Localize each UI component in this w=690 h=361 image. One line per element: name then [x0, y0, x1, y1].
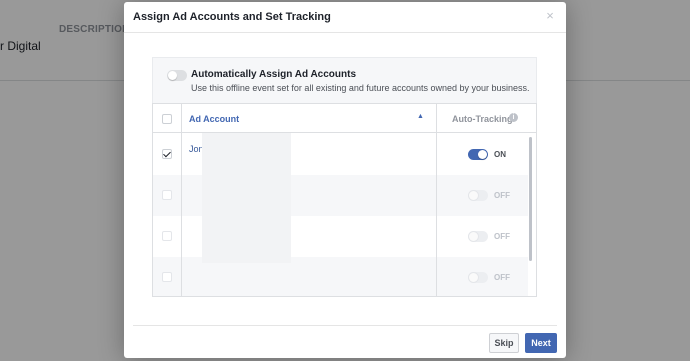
assign-ad-accounts-dialog: Assign Ad Accounts and Set Tracking × Au… — [124, 2, 566, 358]
auto-tracking-toggle[interactable] — [468, 149, 488, 160]
next-button[interactable]: Next — [525, 333, 557, 353]
auto-assign-description: Use this offline event set for all exist… — [191, 83, 530, 93]
row-checkbox[interactable] — [162, 231, 172, 241]
auto-tracking-toggle[interactable] — [468, 190, 488, 201]
close-icon[interactable]: × — [544, 9, 556, 23]
auto-tracking-status: OFF — [494, 273, 510, 282]
toggle-knob — [469, 232, 478, 241]
toggle-knob — [168, 71, 177, 80]
sort-ascending-icon[interactable]: ▲ — [417, 113, 424, 120]
scrollbar[interactable] — [529, 137, 532, 261]
toggle-knob — [478, 150, 487, 159]
auto-assign-title: Automatically Assign Ad Accounts — [191, 69, 357, 80]
dialog-title: Assign Ad Accounts and Set Tracking — [133, 11, 331, 23]
toggle-knob — [469, 273, 478, 282]
column-divider — [181, 104, 182, 296]
toggle-knob — [469, 191, 478, 200]
table-row[interactable]: OFF — [153, 257, 528, 296]
redacted-account-names — [202, 125, 291, 263]
auto-tracking-status: OFF — [494, 232, 510, 241]
auto-tracking-column-header: Auto-Tracking — [452, 114, 513, 124]
ad-accounts-table: Jon Loomer Digital ON OFF OFF OFF Ad Acc… — [152, 103, 537, 297]
auto-tracking-status: OFF — [494, 191, 510, 200]
auto-tracking-toggle[interactable] — [468, 231, 488, 242]
footer-divider — [133, 325, 557, 326]
auto-assign-toggle[interactable] — [167, 70, 187, 81]
auto-assign-section: Automatically Assign Ad Accounts Use thi… — [152, 57, 537, 103]
table-header: Ad Account ▲ Auto-Tracking i — [153, 104, 536, 133]
ad-account-column-header[interactable]: Ad Account — [189, 114, 239, 124]
column-divider — [436, 104, 437, 296]
select-all-checkbox[interactable] — [162, 114, 172, 124]
row-checkbox[interactable] — [162, 190, 172, 200]
row-checkbox[interactable] — [162, 272, 172, 282]
dialog-header: Assign Ad Accounts and Set Tracking × — [124, 2, 566, 33]
auto-tracking-toggle[interactable] — [468, 272, 488, 283]
auto-tracking-status: ON — [494, 150, 506, 159]
row-checkbox[interactable] — [162, 149, 172, 159]
info-icon[interactable]: i — [509, 113, 518, 122]
skip-button[interactable]: Skip — [489, 333, 519, 353]
